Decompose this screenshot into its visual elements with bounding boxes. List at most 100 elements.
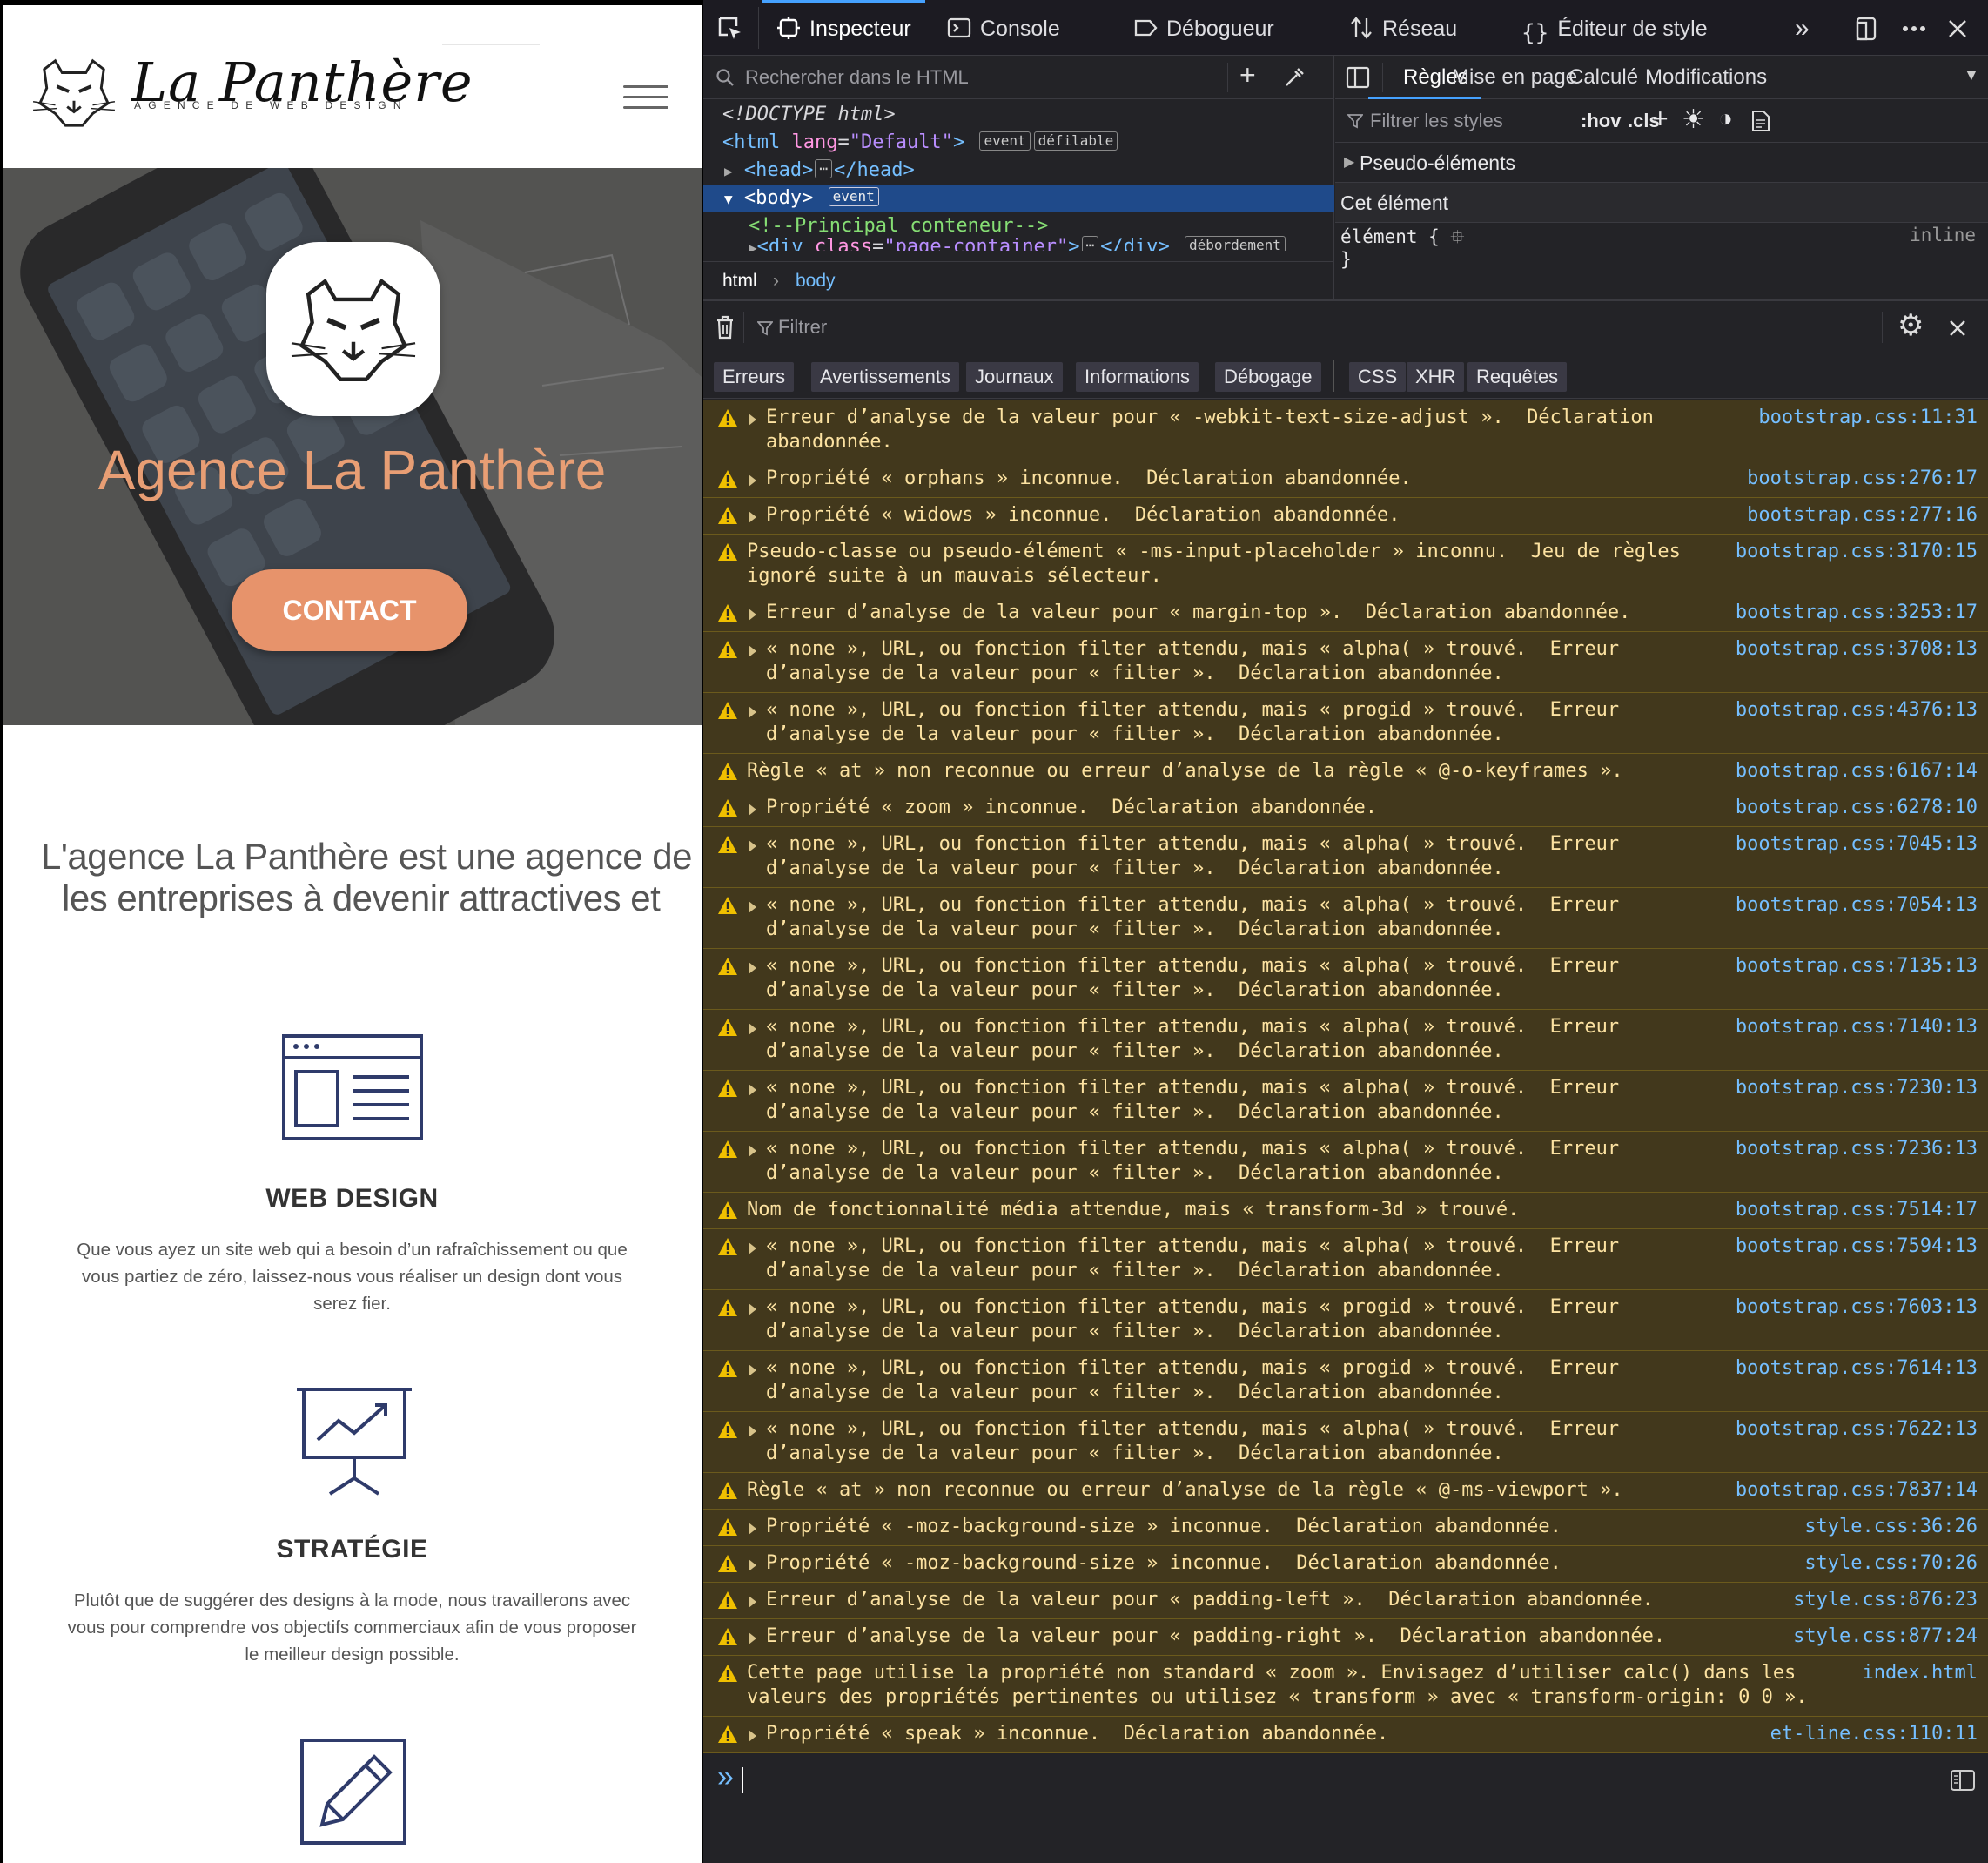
console-input[interactable]: » (703, 1755, 1988, 1807)
expand-arrow-icon[interactable] (749, 1145, 756, 1157)
category-xhr[interactable]: XHR (1407, 362, 1465, 392)
console-warning-message[interactable]: « none », URL, ou fonction filter attend… (703, 1010, 1988, 1071)
console-warning-message[interactable]: « none », URL, ou fonction filter attend… (703, 632, 1988, 693)
expand-arrow-icon[interactable] (749, 1364, 756, 1376)
message-source-link[interactable]: bootstrap.css:7514:17 (1736, 1198, 1978, 1222)
message-source-link[interactable]: bootstrap.css:7045:13 (1736, 832, 1978, 857)
more-options-icon[interactable] (1901, 16, 1927, 42)
console-warning-message[interactable]: Cette page utilise la propriété non stan… (703, 1656, 1988, 1717)
settings-gear-icon[interactable]: ⚙ (1897, 308, 1924, 343)
expand-arrow-icon[interactable] (749, 1730, 756, 1742)
expand-arrow-icon[interactable] (749, 1596, 756, 1608)
console-warning-message[interactable]: « none », URL, ou fonction filter attend… (703, 1412, 1988, 1473)
console-warning-message[interactable]: Erreur d’analyse de la valeur pour « pad… (703, 1583, 1988, 1619)
category-journaux[interactable]: Journaux (966, 362, 1063, 392)
message-source-link[interactable]: bootstrap.css:7230:13 (1736, 1076, 1978, 1100)
tab-debogueur[interactable]: Débogueur (1133, 0, 1274, 56)
message-source-link[interactable]: bootstrap.css:277:16 (1747, 503, 1978, 528)
console-warning-message[interactable]: Propriété « -moz-background-size » incon… (703, 1546, 1988, 1583)
expand-arrow-icon[interactable] (749, 1023, 756, 1035)
markup-body-node[interactable]: ▼ <body> event (703, 185, 1334, 212)
console-warning-message[interactable]: « none », URL, ou fonction filter attend… (703, 1229, 1988, 1290)
message-source-link[interactable]: bootstrap.css:7594:13 (1736, 1234, 1978, 1259)
console-warning-message[interactable]: Propriété « speak » inconnue. Déclaratio… (703, 1717, 1988, 1753)
print-media-icon[interactable] (1751, 110, 1770, 132)
event-badge[interactable]: event (828, 187, 879, 206)
markup-head-node[interactable]: ▶ <head> ⋯ </head> (703, 157, 1334, 185)
eyedropper-icon[interactable] (1283, 66, 1306, 89)
console-warning-message[interactable]: « none », URL, ou fonction filter attend… (703, 827, 1988, 888)
site-logo[interactable]: La Panthère AGENCE DE WEB DESIGN (31, 50, 473, 138)
console-warning-message[interactable]: « none », URL, ou fonction filter attend… (703, 693, 1988, 754)
more-tabs-chevron-icon[interactable]: » (1795, 0, 1810, 56)
editor-mode-icon[interactable] (1950, 1769, 1976, 1792)
console-filter-input[interactable]: Filtrer (778, 316, 827, 339)
console-warning-message[interactable]: Pseudo-classe ou pseudo-élément « -ms-in… (703, 535, 1988, 595)
message-source-link[interactable]: bootstrap.css:276:17 (1747, 467, 1978, 491)
tab-mise-en-page[interactable]: Mise en page (1452, 56, 1577, 99)
message-source-link[interactable]: bootstrap.css:7140:13 (1736, 1015, 1978, 1039)
message-source-link[interactable]: bootstrap.css:7614:13 (1736, 1356, 1978, 1381)
markup-doctype[interactable]: <!DOCTYPE html> (703, 101, 1334, 129)
expand-arrow-icon[interactable] (749, 609, 756, 621)
expand-arrow-icon[interactable] (749, 474, 756, 487)
tab-reseau[interactable]: Réseau (1349, 0, 1457, 56)
console-warning-message[interactable]: Erreur d’analyse de la valeur pour « mar… (703, 595, 1988, 632)
tab-editeur-style[interactable]: {} Éditeur de style (1521, 0, 1708, 56)
close-icon[interactable] (1948, 319, 1967, 338)
expand-arrow-icon[interactable] (749, 1632, 756, 1644)
add-rule-icon[interactable]: + (1652, 103, 1669, 135)
message-source-link[interactable]: bootstrap.css:7603:13 (1736, 1295, 1978, 1320)
message-source-link[interactable]: style.css:876:23 (1793, 1588, 1978, 1612)
expand-arrow-icon[interactable] (749, 804, 756, 816)
category-debogage[interactable]: Débogage (1215, 362, 1321, 392)
console-warning-message[interactable]: Propriété « -moz-background-size » incon… (703, 1510, 1988, 1546)
message-source-link[interactable]: et-line.css:110:11 (1770, 1722, 1978, 1746)
expand-arrow-icon[interactable] (749, 1084, 756, 1096)
dark-mode-icon[interactable]: ◑ (1718, 104, 1733, 132)
hamburger-menu-icon[interactable] (623, 85, 668, 110)
message-source-link[interactable]: bootstrap.css:7135:13 (1736, 954, 1978, 979)
toggle-sidebar-icon[interactable] (1346, 66, 1370, 89)
expand-arrow-icon[interactable] (749, 962, 756, 974)
tab-inspecteur[interactable]: Inspecteur (762, 0, 925, 56)
expand-arrow-icon[interactable] (749, 1242, 756, 1254)
console-warning-message[interactable]: Nom de fonctionnalité média attendue, ma… (703, 1193, 1988, 1229)
message-source-link[interactable]: bootstrap.css:11:31 (1758, 406, 1978, 430)
console-warning-message[interactable]: Erreur d’analyse de la valeur pour « pad… (703, 1619, 1988, 1656)
tab-modifications[interactable]: Modifications (1645, 56, 1767, 99)
hov-toggle[interactable]: :hov (1581, 110, 1621, 132)
element-picker-icon[interactable] (717, 16, 743, 42)
markup-html-node[interactable]: <html lang="Default"> event défilable (703, 129, 1334, 157)
console-warning-message[interactable]: « none », URL, ou fonction filter attend… (703, 1351, 1988, 1412)
expand-arrow-icon[interactable] (749, 706, 756, 718)
message-source-link[interactable]: style.css:877:24 (1793, 1624, 1978, 1649)
message-source-link[interactable]: bootstrap.css:7622:13 (1736, 1417, 1978, 1442)
add-node-icon[interactable]: + (1239, 59, 1256, 91)
expand-arrow-icon[interactable] (749, 901, 756, 913)
trash-icon[interactable] (715, 315, 735, 340)
contact-button[interactable]: CONTACT (232, 569, 467, 651)
category-requetes[interactable]: Requêtes (1467, 362, 1568, 392)
console-warning-message[interactable]: Propriété « zoom » inconnue. Déclaration… (703, 790, 1988, 827)
console-warning-message[interactable]: Propriété « orphans » inconnue. Déclarat… (703, 461, 1988, 498)
breadcrumb-body[interactable]: body (796, 262, 836, 300)
console-warning-message[interactable]: Règle « at » non reconnue ou erreur d’an… (703, 754, 1988, 790)
message-source-link[interactable]: index.html (1863, 1661, 1978, 1685)
message-source-link[interactable]: bootstrap.css:3170:15 (1736, 540, 1978, 564)
expand-arrow-icon[interactable] (749, 414, 756, 426)
expand-arrow-icon[interactable] (749, 1523, 756, 1535)
console-warning-message[interactable]: « none », URL, ou fonction filter attend… (703, 888, 1988, 949)
expand-arrow-icon[interactable] (749, 1425, 756, 1437)
breadcrumb-html[interactable]: html (722, 262, 757, 300)
message-source-link[interactable]: bootstrap.css:3253:17 (1736, 601, 1978, 625)
message-source-link[interactable]: bootstrap.css:7236:13 (1736, 1137, 1978, 1161)
chevron-down-icon[interactable]: ▼ (1964, 66, 1979, 84)
expand-arrow-icon[interactable] (749, 1559, 756, 1571)
html-search-input[interactable]: Rechercher dans le HTML + (703, 56, 1334, 99)
expand-arrow-icon[interactable] (749, 840, 756, 852)
rules-filter-input[interactable]: Filtrer les styles (1370, 110, 1503, 132)
message-source-link[interactable]: bootstrap.css:4376:13 (1736, 698, 1978, 723)
message-source-link[interactable]: bootstrap.css:7837:14 (1736, 1478, 1978, 1503)
category-informations[interactable]: Informations (1076, 362, 1199, 392)
